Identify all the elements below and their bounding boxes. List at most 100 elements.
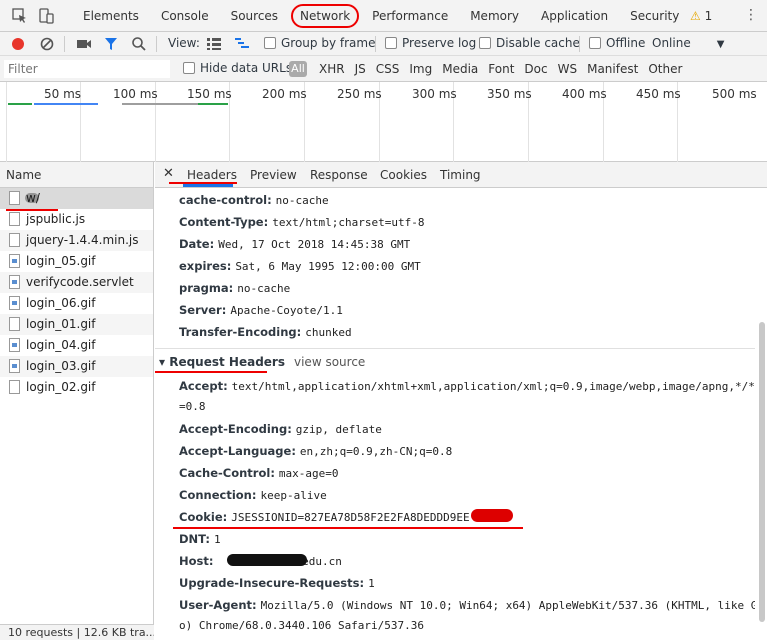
header-row: Accept-Language: en,zh;q=0.9,zh-CN;q=0.8 — [179, 444, 453, 458]
tab-performance[interactable]: Performance — [361, 0, 459, 32]
filter-manifest[interactable]: Manifest — [582, 56, 643, 82]
tab-response[interactable]: Response — [310, 162, 368, 188]
timeline-label: 100 ms — [113, 87, 158, 101]
disable-cache-checkbox[interactable]: Disable cache — [479, 36, 580, 50]
tab-application[interactable]: Application — [530, 0, 619, 32]
request-row[interactable]: verifycode.servlet — [0, 272, 153, 293]
filter-doc[interactable]: Doc — [519, 56, 552, 82]
close-icon[interactable]: ✕ — [163, 166, 174, 181]
request-bar — [122, 103, 198, 105]
cookie-header-row: Cookie: JSESSIONID=827EA78D58F2E2FA8DEDDD… — [179, 510, 470, 524]
request-row[interactable]: login_02.gif — [0, 377, 153, 398]
request-name: jquery-1.4.4.min.js — [26, 233, 139, 247]
view-source-link[interactable]: view source — [294, 355, 365, 369]
script-icon — [9, 233, 20, 247]
headers-content: cache-control: no-cache Content-Type: text… — [155, 188, 755, 640]
image-icon — [9, 359, 20, 373]
preserve-log-checkbox[interactable]: Preserve log — [385, 36, 476, 50]
tab-preview[interactable]: Preview — [250, 162, 297, 188]
image-icon — [9, 338, 20, 352]
timeline-label: 450 ms — [636, 87, 681, 101]
more-options-icon[interactable]: ⋮ — [744, 7, 758, 23]
tab-memory[interactable]: Memory — [459, 0, 530, 32]
preserve-log-label: Preserve log — [402, 36, 477, 50]
request-name: login_01.gif — [26, 317, 96, 331]
panel-tabs: Elements Console Sources Network Perform… — [72, 0, 690, 32]
request-name: login_03.gif — [26, 359, 96, 373]
devtools-tab-bar: Elements Console Sources Network Perform… — [0, 0, 767, 32]
disable-cache-label: Disable cache — [496, 36, 580, 50]
large-rows-icon[interactable] — [206, 37, 222, 51]
request-headers-section[interactable]: ▾ Request Headers view source — [155, 348, 755, 372]
warning-counter[interactable]: ⚠ 1 — [690, 0, 712, 32]
tab-cookies[interactable]: Cookies — [380, 162, 427, 188]
throttling-value: Online — [652, 36, 691, 50]
header-row: DNT: 1 — [179, 532, 221, 546]
filter-img[interactable]: Img — [404, 56, 437, 82]
header-row: Cache-Control: max-age=0 — [179, 466, 339, 480]
tab-timing[interactable]: Timing — [440, 162, 481, 188]
filter-ws[interactable]: WS — [553, 56, 582, 82]
timeline-label: 500 ms — [712, 87, 757, 101]
hide-data-urls-checkbox[interactable]: Hide data URLs — [183, 61, 292, 75]
record-icon[interactable] — [10, 36, 26, 52]
request-row[interactable]: jquery-1.4.4.min.js — [0, 230, 153, 251]
request-row[interactable]: login_01.gif — [0, 314, 153, 335]
tab-network[interactable]: Network — [289, 0, 361, 32]
clear-icon[interactable] — [39, 36, 55, 52]
header-row: Date: Wed, 17 Oct 2018 14:45:38 GMT — [179, 237, 411, 251]
annotation-underline — [6, 209, 58, 211]
filter-js[interactable]: JS — [350, 56, 371, 82]
request-row[interactable]: login_03.gif — [0, 356, 153, 377]
active-tab-indicator — [183, 184, 233, 187]
screenshot-camera-icon[interactable] — [76, 37, 92, 51]
filter-funnel-icon[interactable] — [104, 37, 118, 51]
request-name: login_02.gif — [26, 380, 96, 394]
tab-elements[interactable]: Elements — [72, 0, 150, 32]
header-row: User-Agent: Mozilla/5.0 (Windows NT 10.0;… — [179, 598, 755, 612]
tab-console[interactable]: Console — [150, 0, 220, 32]
section-title[interactable]: ▾ Request Headers — [159, 355, 285, 369]
inspect-element-icon[interactable] — [12, 8, 28, 24]
offline-checkbox[interactable]: Offline — [589, 36, 645, 50]
network-overview-timeline[interactable]: 50 ms 100 ms 150 ms 200 ms 250 ms 300 ms… — [0, 82, 767, 184]
filter-xhr[interactable]: XHR — [314, 56, 350, 82]
request-name: jspublic.js — [26, 212, 86, 226]
header-row-wrap: =0.8 — [179, 400, 206, 413]
header-row: Transfer-Encoding: chunked — [179, 325, 352, 339]
network-toolbar: View: Group by frame Preserve log Disabl… — [0, 32, 767, 56]
waterfall-overview-icon[interactable] — [234, 37, 250, 51]
header-row: Accept: text/html,application/xhtml+xml,a… — [179, 379, 755, 393]
request-row[interactable]: w/ — [0, 188, 153, 209]
header-row: Content-Type: text/html;charset=utf-8 — [179, 215, 425, 229]
request-row[interactable]: login_04.gif — [0, 335, 153, 356]
filter-other[interactable]: Other — [643, 56, 687, 82]
name-column-header[interactable]: Name — [0, 162, 153, 188]
header-row: Server: Apache-Coyote/1.1 — [179, 303, 343, 317]
scrollbar[interactable] — [759, 322, 765, 622]
device-toolbar-icon[interactable] — [38, 8, 54, 24]
request-name: login_06.gif — [26, 296, 96, 310]
tab-security[interactable]: Security — [619, 0, 690, 32]
search-icon[interactable] — [131, 36, 147, 52]
header-row: Accept-Encoding: gzip, deflate — [179, 422, 382, 436]
request-row[interactable]: login_06.gif — [0, 293, 153, 314]
filter-font[interactable]: Font — [483, 56, 519, 82]
request-row[interactable]: jspublic.js — [0, 209, 153, 230]
annotation-underline — [173, 527, 523, 529]
group-by-frame-checkbox[interactable]: Group by frame — [264, 36, 375, 50]
throttling-select[interactable]: Online ▼ — [652, 36, 724, 50]
hide-data-urls-label: Hide data URLs — [200, 61, 293, 75]
header-row: Upgrade-Insecure-Requests: 1 — [179, 576, 375, 590]
filter-media[interactable]: Media — [437, 56, 483, 82]
filter-all-button[interactable]: All — [289, 61, 307, 77]
annotation-underline — [169, 182, 237, 184]
request-row[interactable]: login_05.gif — [0, 251, 153, 272]
timeline-label: 300 ms — [412, 87, 457, 101]
tab-sources[interactable]: Sources — [220, 0, 289, 32]
status-summary: 10 requests | 12.6 KB tra... — [0, 624, 154, 640]
filter-input[interactable] — [4, 60, 170, 78]
warning-icon: ⚠ — [690, 9, 701, 23]
filter-css[interactable]: CSS — [371, 56, 405, 82]
header-row: cache-control: no-cache — [179, 193, 329, 207]
